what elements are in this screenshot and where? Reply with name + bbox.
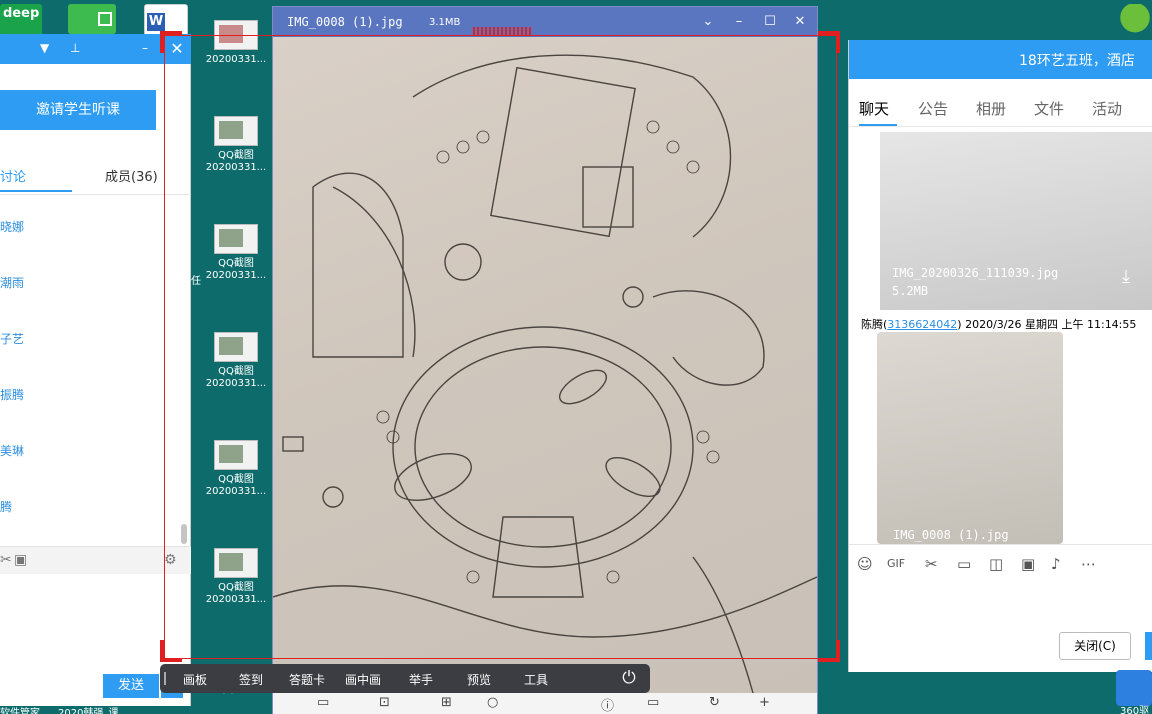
bell-mute-icon[interactable]: ♪ bbox=[1051, 555, 1061, 573]
send-button[interactable]: 发送 bbox=[103, 674, 159, 698]
folder-icon[interactable]: ▭ bbox=[957, 555, 971, 573]
chevron-down-icon[interactable]: ⌄ bbox=[697, 12, 719, 32]
image-message[interactable]: IMG_20200326_111039.jpg 5.2MB ⤓ bbox=[880, 132, 1152, 310]
capture-corner-handle[interactable] bbox=[160, 640, 182, 662]
capture-drag-handle[interactable] bbox=[473, 27, 531, 35]
tab-discussion[interactable]: 讨论 bbox=[0, 166, 26, 185]
scissors-icon[interactable]: ✂ bbox=[925, 555, 938, 573]
power-icon[interactable]: ⏻ bbox=[618, 667, 640, 689]
toolbar-whiteboard[interactable]: 画板 bbox=[183, 671, 207, 688]
download-icon[interactable]: ⤓ bbox=[1122, 266, 1130, 287]
viewer-title-bar[interactable]: IMG_0008 (1).jpg 3.1MB ⌄ – ☐ ✕ bbox=[273, 7, 817, 37]
tab-chat[interactable]: 聊天 bbox=[859, 98, 889, 119]
input-toolbar: ✂ ▣ ⚙ bbox=[0, 546, 191, 574]
desktop-label[interactable]: 软件管家 bbox=[0, 704, 40, 714]
image-size: 5.2MB bbox=[892, 284, 929, 298]
deepin-label: deep bbox=[3, 6, 40, 21]
360-driver-label: 360驱动 bbox=[1120, 706, 1150, 714]
dropdown-arrow-icon[interactable]: ▼ bbox=[40, 41, 49, 55]
360-driver-icon[interactable] bbox=[1116, 670, 1152, 706]
invite-students-button[interactable]: 邀请学生听课 bbox=[0, 90, 156, 130]
image-icon[interactable]: ▣ bbox=[1021, 555, 1035, 573]
send-button[interactable] bbox=[1145, 632, 1152, 660]
tab-members[interactable]: 成员(36) bbox=[105, 166, 158, 185]
word-letter: W bbox=[147, 13, 165, 31]
pin-icon[interactable]: ⊥ bbox=[70, 41, 80, 55]
message-time: 2020/3/26 星期四 上午 11:14:55 bbox=[965, 318, 1137, 331]
class-control-panel: ▼ ⊥ – ✕ 邀请学生听课 讨论 成员(36) 晓娜 潮雨 子艺 振腾 美琳 … bbox=[0, 34, 191, 706]
image-filename: IMG_20200326_111039.jpg bbox=[892, 266, 1059, 280]
active-tab-indicator bbox=[0, 190, 72, 192]
chat-title-bar[interactable]: 18环艺五班，酒店 bbox=[849, 40, 1152, 79]
tab-files[interactable]: 文件 bbox=[1034, 98, 1064, 119]
actual-size-icon[interactable]: ⊡ bbox=[379, 695, 390, 710]
fit-window-icon[interactable]: ▭ bbox=[317, 695, 329, 710]
desktop-label[interactable]: 2020韩强_课 bbox=[58, 704, 118, 714]
more-icon[interactable]: ⋯ bbox=[1081, 555, 1096, 573]
member-item[interactable]: 子艺 bbox=[0, 330, 24, 347]
capture-corner-handle[interactable] bbox=[818, 640, 840, 662]
divider bbox=[0, 194, 191, 195]
close-button[interactable]: 关闭(C) bbox=[1059, 632, 1131, 660]
toolbar-grip[interactable] bbox=[164, 672, 166, 685]
image-icon[interactable]: ▣ bbox=[14, 552, 27, 568]
toolbar-preview[interactable]: 预览 bbox=[467, 671, 491, 688]
minimize-icon[interactable]: – bbox=[728, 12, 750, 32]
image-message[interactable]: IMG_0008 (1).jpg bbox=[877, 332, 1063, 544]
capture-corner-handle[interactable] bbox=[160, 31, 182, 53]
member-item[interactable]: 振腾 bbox=[0, 386, 24, 403]
more-icon[interactable]: + bbox=[759, 695, 770, 710]
rotate-icon[interactable]: ↻ bbox=[709, 695, 720, 710]
member-item[interactable]: 潮雨 bbox=[0, 274, 24, 291]
sticker-icon[interactable]: ◫ bbox=[989, 555, 1003, 573]
divider bbox=[849, 126, 1152, 127]
image-filename: IMG_0008 (1).jpg bbox=[893, 528, 1009, 542]
sender-qq-link[interactable]: 3136624042 bbox=[887, 318, 957, 331]
chat-input-toolbar: ☺ GIF ✂ ▭ ◫ ▣ ♪ ⋯ bbox=[849, 544, 1152, 582]
capture-corner-handle[interactable] bbox=[818, 31, 840, 53]
sender-name[interactable]: 陈腾 bbox=[861, 318, 883, 331]
toolbar-checkin[interactable]: 签到 bbox=[239, 671, 263, 688]
classroom-toolbar: 画板 签到 答题卡 画中画 举手 预览 工具 ⏻ bbox=[160, 664, 650, 693]
viewer-filesize: 3.1MB bbox=[429, 17, 461, 28]
toolbar-raise-hand[interactable]: 举手 bbox=[409, 671, 433, 688]
member-item[interactable]: 腾 bbox=[0, 498, 12, 515]
toolbar-answer-card[interactable]: 答题卡 bbox=[289, 671, 325, 688]
gif-icon[interactable]: GIF bbox=[887, 557, 905, 570]
deepin-app-icon[interactable]: deep bbox=[0, 4, 42, 36]
viewer-toolbar: ▭ ⊡ ⊞ ○ ⓘ ▭ ↻ + bbox=[273, 693, 817, 714]
tab-activity[interactable]: 活动 bbox=[1092, 98, 1122, 119]
member-item[interactable]: 美琳 bbox=[0, 442, 24, 459]
emoji-icon[interactable]: ☺ bbox=[857, 555, 873, 573]
message-sender-line: 陈腾(3136624042) 2020/3/26 星期四 上午 11:14:55 bbox=[861, 318, 1137, 331]
crop-icon[interactable]: ⊞ bbox=[441, 695, 452, 710]
info-icon[interactable]: ⓘ bbox=[601, 695, 614, 714]
toolbar-picture-in-picture[interactable]: 画中画 bbox=[345, 671, 381, 688]
tab-announcement[interactable]: 公告 bbox=[918, 98, 948, 119]
scissors-icon[interactable]: ✂ bbox=[0, 552, 12, 568]
viewer-filename: IMG_0008 (1).jpg bbox=[287, 15, 403, 29]
toolbar-tools[interactable]: 工具 bbox=[524, 671, 548, 688]
minimize-icon[interactable]: – bbox=[142, 41, 148, 55]
member-item[interactable]: 晓娜 bbox=[0, 218, 24, 235]
zoom-icon[interactable]: ○ bbox=[487, 695, 498, 710]
green-app-icon[interactable] bbox=[68, 4, 116, 34]
close-icon[interactable]: ✕ bbox=[789, 12, 811, 32]
tree-app-icon[interactable] bbox=[1118, 4, 1152, 38]
chat-title: 18环艺五班，酒店 bbox=[1019, 53, 1135, 69]
maximize-icon[interactable]: ☐ bbox=[759, 12, 781, 32]
group-chat-window: 18环艺五班，酒店 聊天 公告 相册 文件 活动 IMG_20200326_11… bbox=[848, 40, 1152, 672]
screen-capture-frame[interactable] bbox=[164, 35, 837, 659]
screen-icon[interactable]: ▭ bbox=[647, 695, 659, 710]
tab-album[interactable]: 相册 bbox=[976, 98, 1006, 119]
